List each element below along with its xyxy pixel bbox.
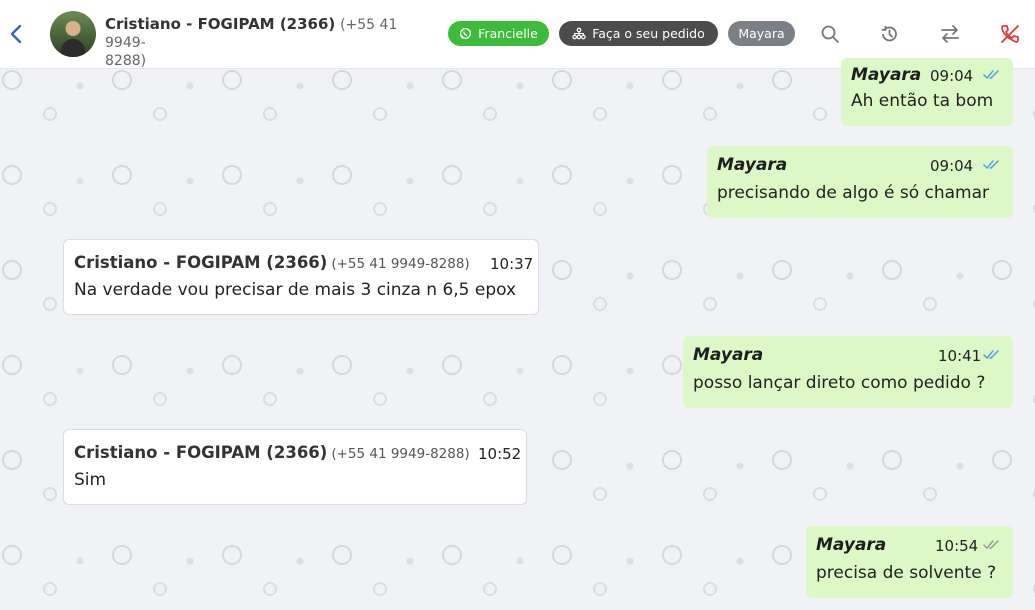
message-time: 10:54 [935, 537, 979, 555]
avatar[interactable] [50, 11, 96, 57]
message-outgoing[interactable]: Mayara 10:41 posso lançar direto como pe… [683, 336, 1013, 408]
contact-name: Cristiano - FOGIPAM (2366) [105, 15, 336, 33]
history-icon [881, 26, 897, 42]
message-text: precisando de algo é só chamar [717, 183, 989, 203]
message-time: 10:41 [938, 347, 982, 365]
contact-info: Cristiano - FOGIPAM (2366) (+55 41 9949-… [105, 16, 435, 70]
message-sender: Cristiano - FOGIPAM (2366) (+55 41 9949-8… [74, 253, 470, 272]
message-sender: Cristiano - FOGIPAM (2366) (+55 41 9949-8… [74, 443, 470, 462]
transfer-icon [941, 25, 959, 43]
message-outgoing[interactable]: Mayara 09:04 precisando de algo é só cha… [707, 146, 1013, 218]
message-text: Ah então ta bom [851, 91, 994, 111]
delivered-ticks-icon [983, 540, 999, 550]
tag-label: Faça o seu pedido [592, 26, 705, 41]
message-sender: Mayara [717, 155, 788, 175]
transfer-button[interactable] [937, 21, 963, 47]
read-ticks-icon [983, 350, 999, 360]
message-outgoing[interactable]: Mayara 10:54 precisa de solvente ? [806, 526, 1013, 598]
end-call-icon [1001, 25, 1019, 43]
tag-agent-francielle[interactable]: Francielle [448, 21, 549, 46]
read-ticks-icon [983, 160, 999, 170]
message-incoming[interactable]: Cristiano - FOGIPAM (2366) (+55 41 9949-8… [63, 239, 539, 315]
search-icon [821, 25, 839, 43]
message-text: precisa de solvente ? [816, 563, 997, 583]
message-sender: Mayara [851, 65, 922, 85]
sender-phone: (+55 41 9949-8288) [331, 446, 470, 462]
message-time: 09:04 [930, 157, 974, 175]
flow-icon [572, 27, 586, 40]
chevron-left-icon [10, 24, 22, 44]
contact-phone-cont: 8288) [105, 53, 147, 69]
search-button[interactable] [817, 21, 843, 47]
message-text: posso lançar direto como pedido ? [693, 373, 986, 393]
sender-phone: (+55 41 9949-8288) [331, 256, 470, 272]
message-sender: Mayara [816, 535, 887, 555]
whatsapp-icon [460, 27, 472, 40]
message-time: 09:04 [930, 67, 974, 85]
message-sender: Mayara [693, 345, 764, 365]
tag-label: Mayara [738, 26, 785, 41]
history-button[interactable] [876, 21, 902, 47]
message-text: Na verdade vou precisar de mais 3 cinza … [74, 280, 517, 300]
message-text: Sim [74, 470, 107, 490]
message-time: 10:52 [478, 445, 522, 463]
message-incoming[interactable]: Cristiano - FOGIPAM (2366) (+55 41 9949-8… [63, 429, 527, 505]
end-call-button[interactable] [997, 21, 1023, 47]
message-time: 10:37 [490, 255, 534, 273]
read-ticks-icon [983, 70, 999, 80]
message-outgoing[interactable]: Mayara 09:04 Ah então ta bom [841, 58, 1013, 126]
tag-flow-order[interactable]: Faça o seu pedido [559, 21, 718, 46]
back-button[interactable] [6, 22, 26, 46]
tag-user-mayara[interactable]: Mayara [728, 21, 795, 46]
tag-label: Francielle [478, 26, 538, 41]
